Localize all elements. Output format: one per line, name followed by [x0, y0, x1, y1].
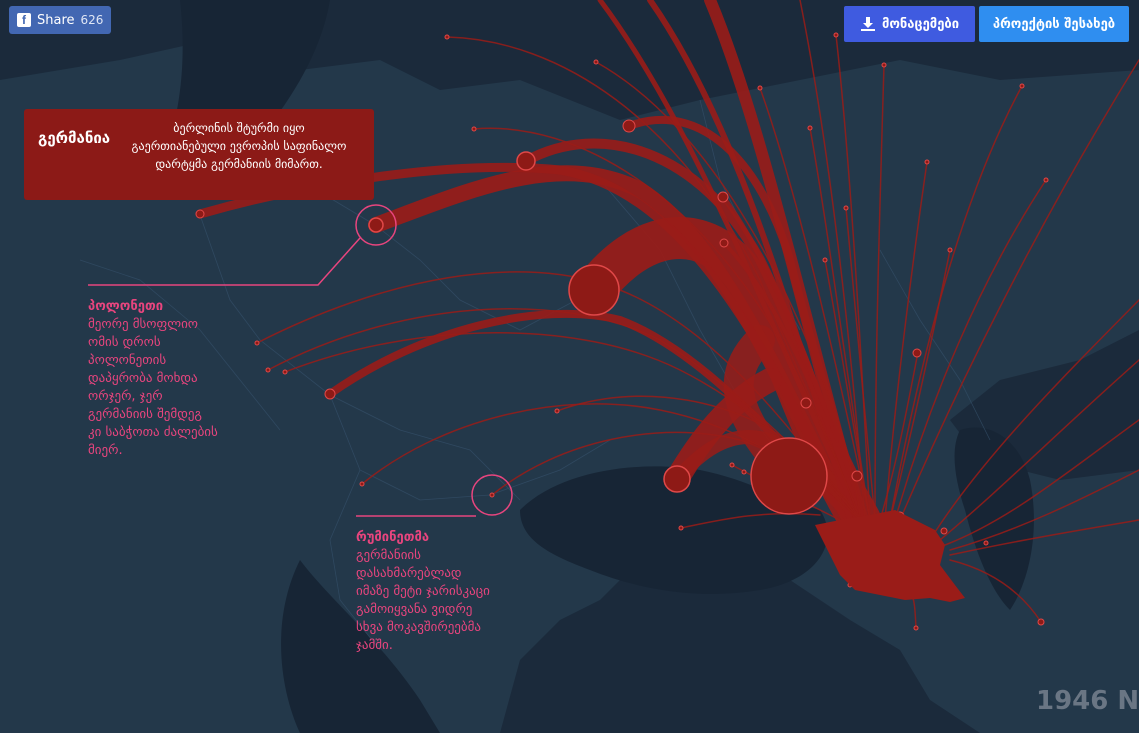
annotation-poland-text: მეორე მსოფლიო ომის დროს პოლონეთის დაპყრო… [88, 317, 218, 458]
annotation-poland: პოლონეთი მეორე მსოფლიო ომის დროს პოლონეთ… [88, 298, 218, 460]
origin-node[interactable] [717, 191, 729, 203]
origin-node[interactable] [254, 340, 260, 346]
origin-node[interactable] [729, 462, 735, 468]
origin-node[interactable] [912, 348, 922, 358]
origin-node[interactable] [568, 264, 620, 316]
origin-node[interactable] [833, 32, 839, 38]
origin-node[interactable] [444, 34, 450, 40]
origin-node[interactable] [678, 525, 684, 531]
share-label: Share [37, 12, 75, 28]
origin-node[interactable] [471, 126, 477, 132]
origin-node[interactable] [1019, 83, 1025, 89]
download-data-button[interactable]: მონაცემები [844, 6, 975, 42]
origin-node[interactable] [940, 527, 948, 535]
tooltip-description: ბერლინის შტურმი იყო გაერთიანებული ევროპი… [131, 121, 347, 171]
origin-node[interactable] [881, 62, 887, 68]
origin-node[interactable] [947, 247, 953, 253]
origin-node[interactable] [622, 119, 636, 133]
origin-node[interactable] [195, 209, 205, 219]
origin-node[interactable] [800, 397, 812, 409]
annotation-romania-title: რუმინეთმა [356, 530, 430, 545]
origin-node[interactable] [719, 238, 729, 248]
origin-node[interactable] [750, 437, 828, 515]
origin-node[interactable] [359, 481, 365, 487]
about-project-button[interactable]: პროექტის შესახებ [979, 6, 1129, 42]
origin-node[interactable] [663, 465, 691, 493]
facebook-share-button[interactable]: f Share 626 [9, 6, 112, 34]
origin-node[interactable] [983, 540, 989, 546]
origin-node[interactable] [324, 388, 336, 400]
annotation-poland-title: პოლონეთი [88, 299, 164, 314]
origin-node[interactable] [282, 369, 288, 375]
origin-node[interactable] [851, 470, 863, 482]
origin-node[interactable] [924, 159, 930, 165]
origin-node[interactable] [807, 125, 813, 131]
origin-node[interactable] [265, 367, 271, 373]
annotation-romania-text: გერმანიის დასახმარებლად იმაზე მეტი ჯარის… [356, 548, 490, 653]
facebook-icon: f [17, 13, 31, 27]
origin-node[interactable] [757, 85, 763, 91]
origin-node[interactable] [913, 625, 919, 631]
country-tooltip: გერმანია ბერლინის შტურმი იყო გაერთიანებუ… [24, 109, 374, 200]
origin-node[interactable] [843, 205, 849, 211]
download-icon [860, 17, 875, 31]
origin-node[interactable] [368, 217, 384, 233]
origin-node[interactable] [489, 492, 495, 498]
annotation-romania: რუმინეთმა გერმანიის დასახმარებლად იმაზე … [356, 529, 496, 655]
origin-node[interactable] [1037, 618, 1045, 626]
about-project-label: პროექტის შესახებ [992, 16, 1116, 32]
origin-node[interactable] [554, 408, 560, 414]
timeline-year-label: 1946 No [1036, 686, 1139, 716]
tooltip-title: გერმანია [38, 129, 111, 147]
share-count: 626 [80, 13, 104, 27]
origin-node[interactable] [822, 257, 828, 263]
origin-node[interactable] [741, 469, 747, 475]
origin-node[interactable] [593, 59, 599, 65]
origin-node[interactable] [1043, 177, 1049, 183]
origin-node[interactable] [516, 151, 536, 171]
download-data-label: მონაცემები [881, 16, 960, 32]
